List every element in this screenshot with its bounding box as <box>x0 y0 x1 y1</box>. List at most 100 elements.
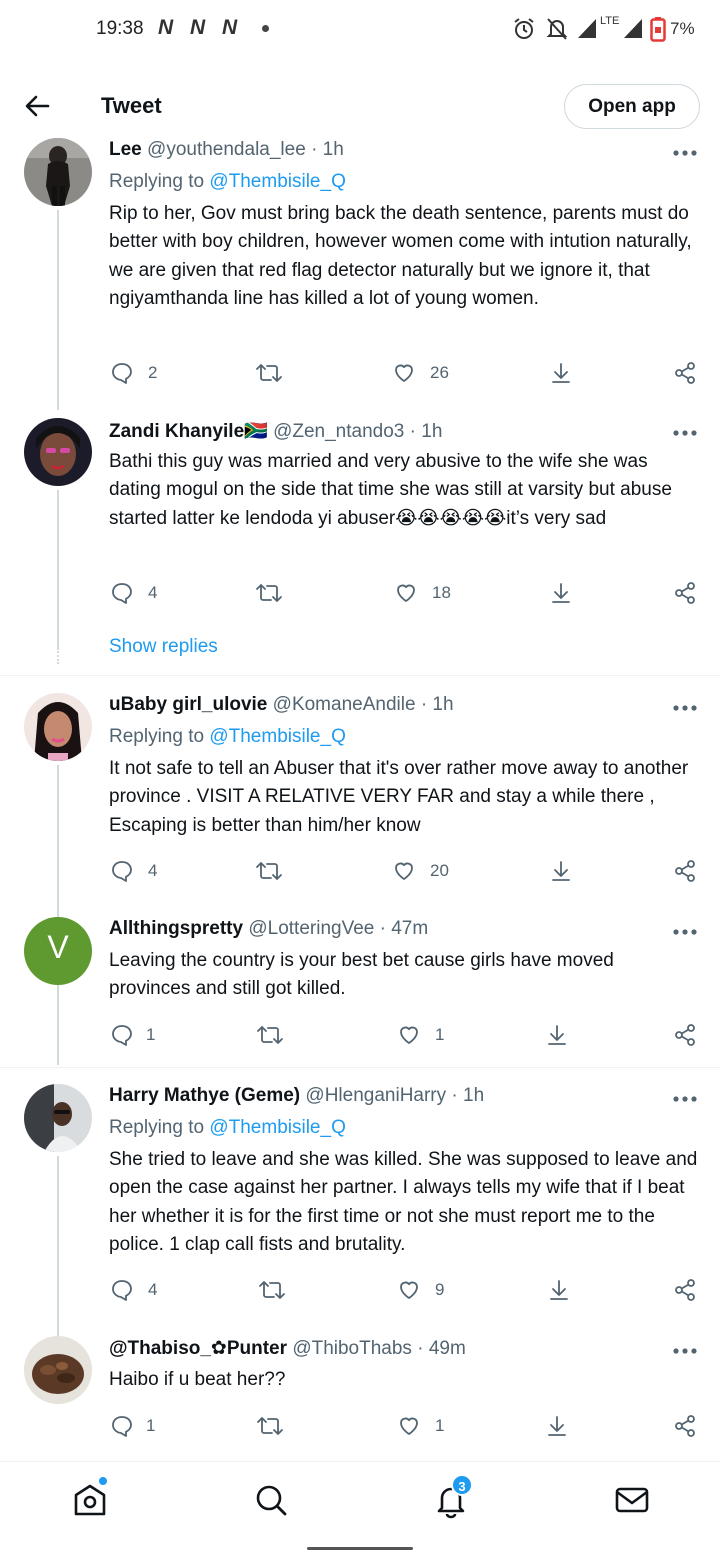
like-button[interactable]: 1 <box>397 1411 444 1441</box>
user-handle[interactable]: @ThiboThabs <box>292 1338 412 1359</box>
user-handle[interactable]: @LotteringVee <box>248 918 374 939</box>
action-bar: 1 1 <box>0 1411 720 1441</box>
messages-icon[interactable] <box>612 1480 652 1520</box>
avatar[interactable] <box>24 1084 92 1152</box>
more-options-icon[interactable] <box>672 1346 698 1356</box>
reply-button[interactable]: 1 <box>110 1411 155 1441</box>
heart-icon <box>400 1026 418 1044</box>
share-icon <box>675 582 695 604</box>
heart-icon <box>395 364 413 382</box>
share-button[interactable] <box>673 1020 697 1050</box>
thread-line <box>57 490 59 650</box>
mention-link[interactable]: @Thembisile_Q <box>209 1117 346 1138</box>
more-options-icon[interactable] <box>672 428 698 438</box>
avatar[interactable] <box>24 138 92 206</box>
share-button[interactable] <box>673 358 697 388</box>
tweet[interactable]: Harry Mathye (Geme) @HlenganiHarry · 1h … <box>0 1084 720 1346</box>
retweet-button[interactable] <box>255 358 283 388</box>
retweet-button[interactable] <box>255 578 283 608</box>
reply-button[interactable]: 2 <box>110 358 157 388</box>
tweet[interactable]: @Thabiso_✿Punter @ThiboThabs · 49m Haibo… <box>0 1336 720 1456</box>
tweet[interactable]: uBaby girl_ulovie @KomaneAndile · 1h Rep… <box>0 693 720 1065</box>
reply-button[interactable]: 1 <box>110 1020 155 1050</box>
reply-button[interactable]: 4 <box>110 856 157 886</box>
share-button[interactable] <box>673 1275 697 1305</box>
reply-count: 4 <box>148 861 158 880</box>
replying-to: Replying to @Thembisile_Q <box>109 171 346 192</box>
share-button[interactable] <box>673 856 697 886</box>
download-icon <box>548 1025 566 1045</box>
signal-icon-2 <box>624 19 642 38</box>
like-count: 26 <box>430 363 449 382</box>
tweet-time: 49m <box>428 1338 466 1359</box>
like-count: 9 <box>435 1280 445 1299</box>
status-time: 19:38 <box>96 18 144 39</box>
reply-button[interactable]: 4 <box>110 1275 157 1305</box>
bookmark-button[interactable] <box>546 1411 568 1441</box>
retweet-button[interactable] <box>255 856 283 886</box>
back-arrow-icon[interactable] <box>22 91 52 121</box>
display-name[interactable]: Zandi Khanyile🇿🇦 <box>109 421 268 442</box>
tweet[interactable]: Zandi Khanyile🇿🇦 @Zen_ntando3 · 1h Bathi… <box>0 418 720 673</box>
more-options-icon[interactable] <box>672 703 698 713</box>
more-options-icon[interactable] <box>672 1094 698 1104</box>
page-title: Tweet <box>101 93 162 118</box>
like-count: 20 <box>430 861 449 880</box>
display-name[interactable]: Allthingspretty <box>109 918 243 939</box>
divider <box>0 675 720 676</box>
like-button[interactable]: 9 <box>397 1275 444 1305</box>
like-button[interactable]: 1 <box>397 1020 444 1050</box>
user-handle[interactable]: @HlenganiHarry <box>305 1085 446 1106</box>
retweet-button[interactable] <box>256 1020 284 1050</box>
more-options-icon[interactable] <box>672 927 698 937</box>
show-replies-link[interactable]: Show replies <box>109 636 218 658</box>
avatar[interactable]: V <box>24 917 92 985</box>
download-icon <box>548 1416 566 1436</box>
avatar[interactable] <box>24 418 92 486</box>
display-name[interactable]: Harry Mathye (Geme) <box>109 1085 300 1106</box>
user-handle[interactable]: @KomaneAndile <box>273 694 416 715</box>
mention-link[interactable]: @Thembisile_Q <box>209 726 346 747</box>
bookmark-button[interactable] <box>546 1020 568 1050</box>
like-count: 18 <box>432 583 451 602</box>
mention-link[interactable]: @Thembisile_Q <box>209 171 346 192</box>
share-button[interactable] <box>673 1411 697 1441</box>
tweet-time: 1h <box>432 694 454 715</box>
like-button[interactable]: 18 <box>394 578 451 608</box>
more-options-icon[interactable] <box>672 148 698 158</box>
display-name[interactable]: uBaby girl_ulovie <box>109 694 267 715</box>
thread-connector-dotted <box>57 636 59 664</box>
bookmark-button[interactable] <box>550 358 572 388</box>
home-icon[interactable] <box>70 1480 110 1520</box>
tweet[interactable]: Lee @youthendala_lee · 1h Replying to @T… <box>0 138 720 413</box>
retweet-button[interactable] <box>258 1275 286 1305</box>
reply-button[interactable]: 4 <box>110 578 157 608</box>
search-icon[interactable] <box>251 1480 291 1520</box>
retweet-icon <box>256 364 282 382</box>
share-icon <box>675 1024 695 1046</box>
user-handle[interactable]: @youthendala_lee <box>147 139 306 160</box>
avatar-letter: V <box>47 929 69 965</box>
action-bar: 4 9 <box>0 1275 720 1305</box>
share-button[interactable] <box>673 578 697 608</box>
bookmark-button[interactable] <box>550 856 572 886</box>
avatar[interactable] <box>24 1336 92 1404</box>
reply-count: 4 <box>148 1280 158 1299</box>
like-button[interactable]: 26 <box>392 358 449 388</box>
retweet-icon <box>256 862 282 880</box>
bookmark-button[interactable] <box>548 1275 570 1305</box>
display-name[interactable]: Lee <box>109 139 142 160</box>
open-app-button[interactable]: Open app <box>564 84 700 129</box>
retweet-button[interactable] <box>256 1411 284 1441</box>
like-button[interactable]: 20 <box>392 856 449 886</box>
share-icon <box>675 362 695 384</box>
retweet-icon <box>257 1026 283 1044</box>
user-handle[interactable]: @Zen_ntando3 <box>273 421 404 442</box>
bookmark-button[interactable] <box>550 578 572 608</box>
display-name[interactable]: @Thabiso_✿Punter <box>109 1338 287 1359</box>
avatar[interactable] <box>24 693 92 761</box>
action-bar: 4 18 <box>0 578 720 608</box>
home-gesture-handle[interactable] <box>307 1547 413 1550</box>
tweet[interactable]: V Allthingspretty @LotteringVee · 47m Le… <box>0 917 720 1067</box>
tweet-text: Rip to her, Gov must bring back the deat… <box>109 203 692 309</box>
